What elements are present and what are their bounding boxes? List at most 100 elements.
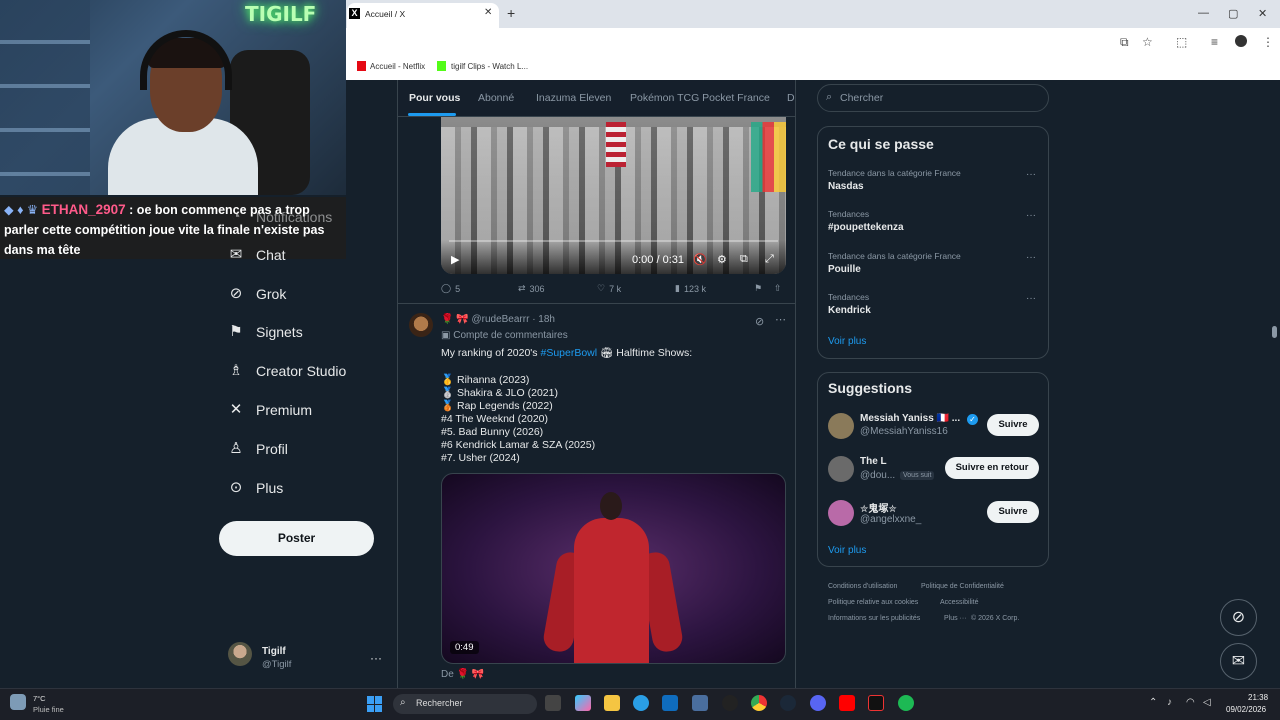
suggestions-show-more-link[interactable]: Voir plus [828,545,866,556]
trend-item[interactable]: Pouille [828,264,861,275]
follow-button[interactable]: Suivre [987,501,1039,523]
youtube-icon[interactable] [839,695,855,711]
menu-kebab-icon[interactable]: ⋮ [1262,35,1274,49]
footer-more-link[interactable]: Plus ··· [944,615,967,622]
suggestion-name[interactable]: Messiah Yaniss 🇫🇷 ... [860,413,960,424]
extensions-icon[interactable]: ⬚ [1176,35,1187,49]
settings-gear-icon[interactable]: ⚙ [717,253,727,266]
nav-grok[interactable]: ⊘ Grok [228,286,287,303]
grok-icon[interactable]: ⊘ [755,315,764,328]
tab-title[interactable]: Accueil / X [365,9,405,19]
like-button[interactable]: ♡ 7 k [597,283,621,294]
nav-premium[interactable]: ✕ Premium [228,402,312,419]
footer-cookies-link[interactable]: Politique relative aux cookies [828,599,918,606]
trend-more-icon[interactable]: ··· [1026,252,1036,263]
account-switcher[interactable] [228,642,252,666]
account-more-icon[interactable]: ··· [370,651,382,665]
maximize-icon[interactable]: ▢ [1228,7,1238,20]
trend-more-icon[interactable]: ··· [1026,293,1036,304]
footer-terms-link[interactable]: Conditions d'utilisation [828,583,897,590]
tab-close-icon[interactable]: ✕ [484,7,492,18]
tab-de[interactable]: De [787,92,795,104]
post-button[interactable]: Poster [219,521,374,556]
spotify-icon[interactable] [898,695,914,711]
discord-icon[interactable] [810,695,826,711]
clock-time[interactable]: 21:38 [1248,693,1268,702]
follow-button[interactable]: Suivre [987,414,1039,436]
steam-icon[interactable] [780,695,796,711]
file-explorer-icon[interactable] [604,695,620,711]
minimize-icon[interactable]: — [1198,7,1209,19]
grok-fab-icon[interactable]: ⊘ [1220,599,1257,636]
edge-icon[interactable] [633,695,649,711]
clock-date[interactable]: 09/02/2026 [1226,705,1266,714]
weather-temperature[interactable]: 7°C [33,694,46,703]
suggestion-name[interactable]: The L [860,456,887,467]
nav-notifications[interactable]: ◔ Notifications [228,209,332,226]
tab-pour-vous[interactable]: Pour vous [409,92,460,104]
media-icon[interactable]: ≡ [1211,35,1218,49]
nav-more[interactable]: ⊙ Plus [228,480,284,497]
store-icon[interactable] [662,695,678,711]
trend-item[interactable]: #poupettekenza [828,222,904,233]
tweet-author[interactable]: 🌹 🎀 @rudeBearrr · 18h [441,314,555,325]
nav-profile[interactable]: ♙ Profil [228,441,288,458]
play-icon[interactable]: ▶ [451,253,459,266]
chrome-icon[interactable] [751,695,767,711]
share-icon[interactable]: ⇧ [774,283,782,294]
tab-abonne[interactable]: Abonné [478,92,514,104]
nav-chat[interactable]: ✉ Chat [228,247,286,264]
weather-description[interactable]: Pluie fine [33,705,64,714]
tiktok-icon[interactable] [868,695,884,711]
cast-icon[interactable]: ⧉ [1120,35,1129,50]
hashtag-link[interactable]: #SuperBowl [540,347,597,359]
miniplayer-icon[interactable]: ⧉ [740,253,748,266]
mute-icon[interactable]: 🔇 [693,253,707,266]
nav-creator-studio[interactable]: ♗ Creator Studio [228,363,346,380]
messages-fab-icon[interactable]: ✉ [1220,643,1257,680]
app-icon[interactable] [692,695,708,711]
volume-icon[interactable]: ◁ [1203,697,1211,708]
weather-rain-icon[interactable] [10,694,26,710]
repost-button[interactable]: ⇄ 306 [518,283,545,294]
footer-accessibility-link[interactable]: Accessibilité [940,599,979,606]
profile-avatar[interactable] [1235,35,1247,47]
avatar[interactable] [828,413,854,439]
bookmark-netflix[interactable]: Accueil - Netflix [370,62,425,71]
wifi-icon[interactable]: ◠ [1186,697,1195,708]
tab-inazuma-eleven[interactable]: Inazuma Eleven [536,92,611,104]
microphone-icon[interactable]: ♪ [1167,697,1172,708]
address-bar[interactable] [346,28,1280,56]
reply-button[interactable]: ◯ 5 [441,283,460,294]
tweet-video[interactable]: 0:49 [441,473,786,664]
avatar[interactable] [828,456,854,482]
nav-bookmarks[interactable]: ⚑ Signets [228,324,302,341]
windows-start-icon[interactable] [367,696,383,712]
footer-privacy-link[interactable]: Politique de Confidentialité [921,583,1004,590]
views-button[interactable]: ▮ 123 k [675,283,706,294]
bookmark-tweet-icon[interactable]: ⚑ [754,283,762,294]
video-progress-bar[interactable] [449,240,778,242]
taskbar-search-input[interactable] [393,694,537,714]
avatar[interactable] [828,500,854,526]
suggestion-name[interactable]: ✮鬼塚✮ [860,500,897,515]
tab-pokemon-tcg[interactable]: Pokémon TCG Pocket France [630,92,770,104]
task-view-icon[interactable] [545,695,561,711]
trends-show-more-link[interactable]: Voir plus [828,336,866,347]
trend-item[interactable]: Nasdas [828,181,864,192]
trend-item[interactable]: Kendrick [828,305,871,316]
obs-icon[interactable] [722,695,738,711]
footer-ads-link[interactable]: Informations sur les publicités [828,615,920,622]
avatar[interactable] [409,313,433,337]
more-icon[interactable]: ⋯ [775,313,786,326]
star-bookmark-icon[interactable]: ☆ [1142,35,1153,49]
tray-chevron-icon[interactable]: ⌃ [1149,697,1157,708]
trend-more-icon[interactable]: ··· [1026,210,1036,221]
bookmark-tigilf-clips[interactable]: tigilf Clips - Watch L... [451,62,528,71]
trend-more-icon[interactable]: ··· [1026,169,1036,180]
copilot-icon[interactable] [575,695,591,711]
new-tab-icon[interactable]: + [507,5,515,21]
tweet-video[interactable]: ▶ 0:00 / 0:31 🔇 ⚙ ⧉ ⤢ [441,117,786,274]
scrollbar-thumb[interactable] [1272,326,1277,338]
fullscreen-icon[interactable]: ⤢ [765,253,774,266]
